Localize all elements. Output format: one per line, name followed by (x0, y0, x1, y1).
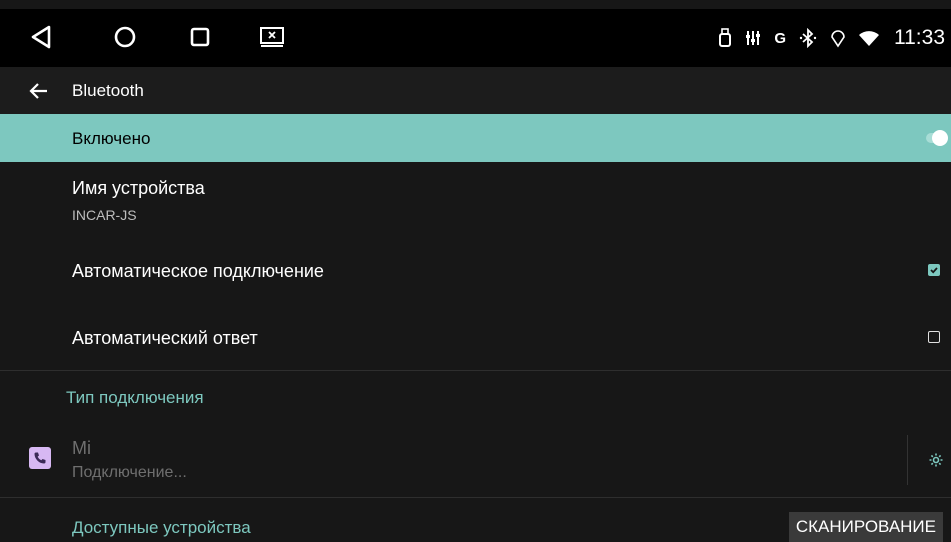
g-icon: G (774, 29, 786, 47)
auto-connect-row[interactable]: Автоматическое подключение (0, 244, 951, 300)
bluetooth-toggle[interactable] (926, 130, 948, 146)
clock: 11:33 (894, 26, 945, 49)
device-status: Подключение... (72, 464, 187, 481)
auto-answer-checkbox[interactable] (928, 331, 940, 343)
bluetooth-icon (798, 28, 818, 48)
auto-answer-label: Автоматический ответ (72, 328, 258, 348)
device-name-row[interactable]: Имя устройства INCAR-JS (0, 162, 951, 244)
connection-type-header: Тип подключения (66, 388, 204, 407)
status-icons: G 11:33 (718, 9, 945, 67)
location-icon (830, 28, 846, 48)
phone-icon (29, 447, 51, 469)
equalizer-icon (744, 29, 762, 47)
nav-back-icon[interactable] (27, 23, 55, 51)
nav-home-icon[interactable] (111, 23, 139, 51)
nav-recents-icon[interactable] (186, 23, 214, 51)
bluetooth-enabled-label: Включено (72, 129, 151, 148)
app-bar: Bluetooth (0, 67, 951, 114)
gear-icon[interactable] (927, 451, 945, 469)
arrow-left-icon[interactable] (24, 77, 52, 105)
wifi-icon (858, 29, 880, 47)
divider (907, 435, 908, 485)
scan-button[interactable]: СКАНИРОВАНИЕ (788, 512, 943, 542)
bluetooth-enabled-row[interactable]: Включено (0, 114, 951, 162)
toggle-thumb (932, 130, 948, 146)
usb-icon (718, 28, 732, 48)
screen-cast-icon[interactable] (258, 23, 286, 51)
available-devices-header: Доступные устройства (72, 518, 251, 537)
device-name: Mi (72, 438, 91, 458)
auto-answer-row[interactable]: Автоматический ответ (0, 300, 951, 371)
system-bar: G 11:33 (0, 9, 951, 67)
device-name-value: INCAR-JS (72, 207, 137, 223)
page-title: Bluetooth (72, 81, 144, 100)
auto-connect-label: Автоматическое подключение (72, 261, 324, 281)
device-name-label: Имя устройства (72, 178, 205, 198)
auto-connect-checkbox[interactable] (928, 264, 940, 276)
paired-device-row[interactable]: Mi Подключение... (0, 425, 951, 498)
